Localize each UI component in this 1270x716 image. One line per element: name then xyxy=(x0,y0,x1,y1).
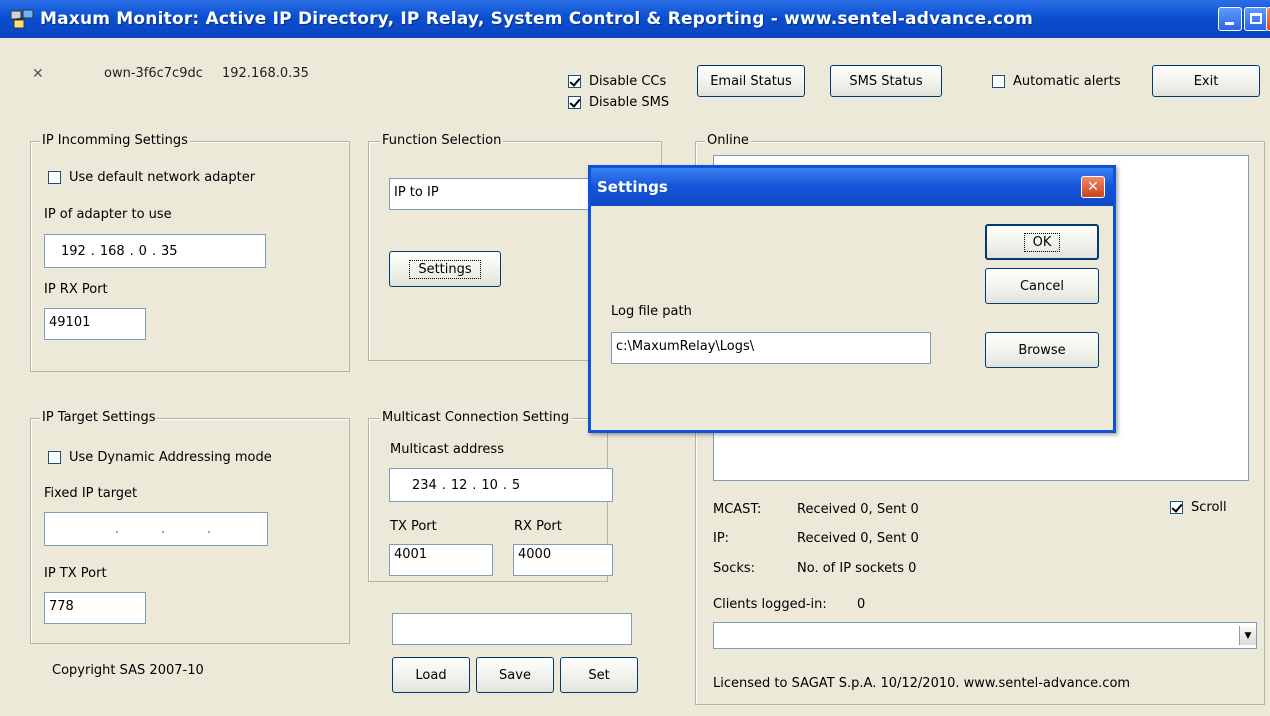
scroll-box[interactable] xyxy=(1170,501,1183,514)
browse-label: Browse xyxy=(1018,342,1066,358)
clients-label: Clients logged-in: xyxy=(713,597,827,612)
settings-dialog: Settings ✕ OK Cancel Log file path c:\Ma… xyxy=(588,165,1116,433)
multicast-address-label: Multicast address xyxy=(390,442,504,457)
clients-select[interactable]: ▼ xyxy=(713,622,1257,649)
scroll-label: Scroll xyxy=(1191,500,1227,515)
online-legend: Online xyxy=(705,133,751,148)
log-path-input[interactable]: c:\MaxumRelay\Logs\ xyxy=(611,332,931,364)
ok-label: OK xyxy=(1023,232,1061,252)
adapter-ip-field[interactable]: 192 . 168 . 0 . 35 xyxy=(44,234,266,268)
multicast-octet-4: 5 xyxy=(511,477,521,493)
socks-value: No. of IP sockets 0 xyxy=(797,561,917,576)
disable-sms-checkbox[interactable]: Disable SMS xyxy=(568,95,669,110)
disable-sms-box[interactable] xyxy=(568,96,581,109)
dialog-title-bar: Settings ✕ xyxy=(591,168,1113,206)
socks-label: Socks: xyxy=(713,561,756,576)
status-icon: ✕ xyxy=(32,66,44,82)
minimize-button[interactable] xyxy=(1218,7,1242,31)
set-button[interactable]: Set xyxy=(560,657,638,693)
mcast-value: Received 0, Sent 0 xyxy=(797,502,919,517)
disable-ccs-label: Disable CCs xyxy=(589,74,667,89)
multicast-octet-3: 10 xyxy=(481,477,498,493)
automatic-alerts-checkbox[interactable]: Automatic alerts xyxy=(992,74,1121,89)
window-title: Maxum Monitor: Active IP Directory, IP R… xyxy=(40,9,1034,29)
rx-port-label: IP RX Port xyxy=(44,282,108,297)
disable-ccs-box[interactable] xyxy=(568,75,581,88)
cancel-button[interactable]: Cancel xyxy=(985,268,1099,304)
multicast-address-field[interactable]: 234 . 12 . 10 . 5 xyxy=(389,468,613,502)
chevron-down-icon[interactable]: ▼ xyxy=(1239,626,1256,645)
ip-target-legend: IP Target Settings xyxy=(40,410,158,425)
function-settings-label: Settings xyxy=(409,259,481,279)
function-selection-legend: Function Selection xyxy=(380,133,504,148)
scroll-checkbox[interactable]: Scroll xyxy=(1170,500,1227,515)
close-window-button[interactable] xyxy=(1266,7,1270,31)
automatic-alerts-label: Automatic alerts xyxy=(1013,74,1121,89)
tx-port-input[interactable]: 778 xyxy=(44,592,146,624)
load-label: Load xyxy=(415,667,447,683)
cancel-label: Cancel xyxy=(1019,278,1065,294)
use-default-adapter-box[interactable] xyxy=(48,171,61,184)
function-select[interactable]: IP to IP xyxy=(389,178,599,210)
rx-port-input[interactable]: 49101 xyxy=(44,308,146,340)
host-ip: 192.168.0.35 xyxy=(222,66,309,81)
dynamic-addressing-label: Use Dynamic Addressing mode xyxy=(69,450,272,465)
clients-value: 0 xyxy=(857,597,866,612)
function-settings-button[interactable]: Settings xyxy=(389,251,501,287)
adapter-ip-octet-1: 192 xyxy=(61,243,86,259)
load-button[interactable]: Load xyxy=(392,657,470,693)
title-bar: Maxum Monitor: Active IP Directory, IP R… xyxy=(0,0,1270,38)
fixed-ip-field[interactable]: . . . xyxy=(44,512,268,546)
email-status-button[interactable]: Email Status xyxy=(697,65,805,97)
disable-ccs-checkbox[interactable]: Disable CCs xyxy=(568,74,666,89)
disable-sms-label: Disable SMS xyxy=(589,95,670,110)
adapter-ip-octet-2: 168 xyxy=(99,243,125,259)
ip-incoming-legend: IP Incomming Settings xyxy=(40,133,190,148)
license-text: Licensed to SAGAT S.p.A. 10/12/2010. www… xyxy=(713,676,1131,691)
use-default-adapter-label: Use default network adapter xyxy=(69,170,256,185)
maximize-button[interactable] xyxy=(1244,7,1268,31)
automatic-alerts-box[interactable] xyxy=(992,75,1005,88)
multicast-tx-port-input[interactable]: 4001 xyxy=(389,544,493,576)
multicast-tx-port-label: TX Port xyxy=(390,519,437,534)
multicast-rx-port-label: RX Port xyxy=(514,519,562,534)
close-icon[interactable]: ✕ xyxy=(1081,176,1105,198)
browse-button[interactable]: Browse xyxy=(985,332,1099,368)
multicast-octet-2: 12 xyxy=(450,477,468,493)
adapter-ip-octet-3: 0 xyxy=(138,243,147,259)
log-path-label: Log file path xyxy=(611,304,692,319)
email-status-label: Email Status xyxy=(710,73,792,89)
adapter-ip-octet-4: 35 xyxy=(160,243,178,259)
adapter-ip-label: IP of adapter to use xyxy=(44,207,172,222)
save-label: Save xyxy=(499,667,531,683)
dynamic-addressing-checkbox[interactable]: Use Dynamic Addressing mode xyxy=(48,450,272,465)
exit-button[interactable]: Exit xyxy=(1152,65,1260,97)
multicast-rx-port-input[interactable]: 4000 xyxy=(513,544,613,576)
sms-status-label: SMS Status xyxy=(849,73,923,89)
sms-status-button[interactable]: SMS Status xyxy=(830,65,942,97)
ip-stats-label: IP: xyxy=(713,531,730,546)
fixed-ip-label: Fixed IP target xyxy=(44,486,138,501)
dynamic-addressing-box[interactable] xyxy=(48,451,61,464)
app-icon xyxy=(10,9,34,29)
multicast-legend: Multicast Connection Setting xyxy=(380,410,572,425)
ok-button[interactable]: OK xyxy=(985,224,1099,260)
host-name: own-3f6c7c9dc xyxy=(104,66,203,81)
multicast-octet-1: 234 xyxy=(412,477,437,493)
ip-stats-value: Received 0, Sent 0 xyxy=(797,531,919,546)
mcast-label: MCAST: xyxy=(713,502,762,517)
dialog-title: Settings xyxy=(597,178,668,196)
tx-port-label: IP TX Port xyxy=(44,566,107,581)
config-name-input[interactable] xyxy=(392,613,632,645)
save-button[interactable]: Save xyxy=(476,657,554,693)
set-label: Set xyxy=(588,667,610,683)
use-default-adapter-checkbox[interactable]: Use default network adapter xyxy=(48,170,255,185)
copyright: Copyright SAS 2007-10 xyxy=(52,663,204,678)
exit-label: Exit xyxy=(1193,73,1219,89)
